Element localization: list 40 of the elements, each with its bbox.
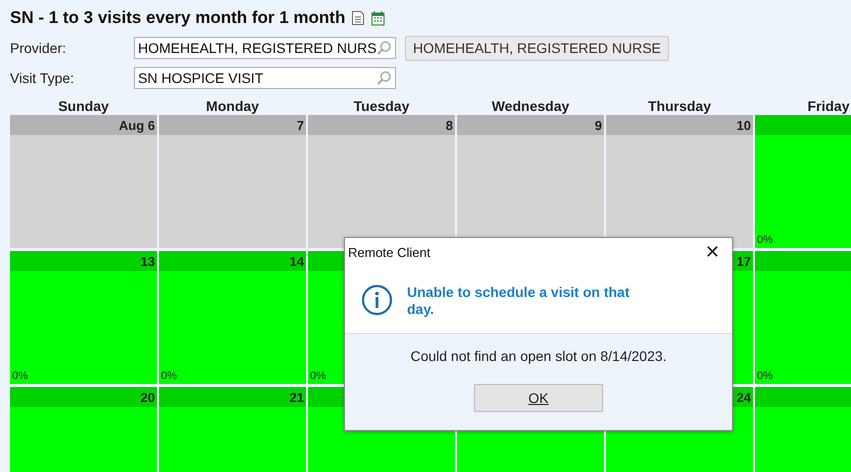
ok-button[interactable]: OK — [474, 384, 603, 412]
lookup-field[interactable]: HOMEHEALTH, REGISTERED NURS — [134, 37, 396, 59]
field-label: Visit Type: — [10, 70, 76, 86]
day-number: 17 — [736, 254, 751, 268]
day-number: 7 — [296, 118, 304, 132]
weekday-header: Monday — [206, 98, 259, 114]
unavailable-day-cell[interactable]: 8 — [308, 115, 455, 248]
provider-button[interactable]: HOMEHEALTH, REGISTERED NURSE — [405, 36, 669, 60]
weekday-header: Sunday — [58, 98, 109, 114]
booking-percent: 0% — [161, 370, 177, 382]
available-day-cell[interactable]: 13 0% — [10, 251, 157, 384]
day-number: Aug 6 — [118, 118, 155, 132]
day-number: 10 — [736, 118, 751, 132]
weekday-header: Tuesday — [354, 98, 410, 114]
lookup-field[interactable]: SN HOSPICE VISIT — [134, 67, 396, 89]
unavailable-day-cell[interactable]: Aug 6 — [10, 115, 157, 248]
available-day-cell[interactable]: 20 — [10, 387, 157, 472]
available-day-cell[interactable]: 21 — [159, 387, 306, 472]
available-day-cell[interactable]: 0% — [755, 251, 851, 384]
day-number: 8 — [446, 118, 453, 132]
day-number: 20 — [140, 390, 155, 404]
weekday-header: Wednesday — [492, 98, 570, 114]
weekday-header: Friday — [807, 98, 850, 114]
booking-percent: 0% — [757, 370, 773, 382]
booking-percent: 0% — [310, 370, 326, 382]
booking-percent: 0% — [12, 370, 28, 382]
booking-percent: 0% — [757, 234, 773, 246]
available-day-cell[interactable]: 14 0% — [159, 251, 306, 384]
day-number: 21 — [290, 390, 304, 404]
available-day-cell[interactable]: 0% — [755, 115, 851, 248]
dialog-heading: Unable to schedule a visit on that day. — [407, 284, 630, 318]
dialog-message: Could not find an open slot on 8/14/2023. — [410, 348, 667, 364]
page-title: SN - 1 to 3 visits every month for 1 month — [10, 8, 346, 28]
day-number: 14 — [290, 254, 304, 268]
day-number: 24 — [736, 390, 751, 404]
day-number: 13 — [140, 254, 155, 268]
weekday-header: Thursday — [648, 98, 711, 114]
day-number: 9 — [594, 118, 602, 132]
field-label: Provider: — [10, 40, 68, 56]
unavailable-day-cell[interactable]: 7 — [159, 115, 306, 248]
